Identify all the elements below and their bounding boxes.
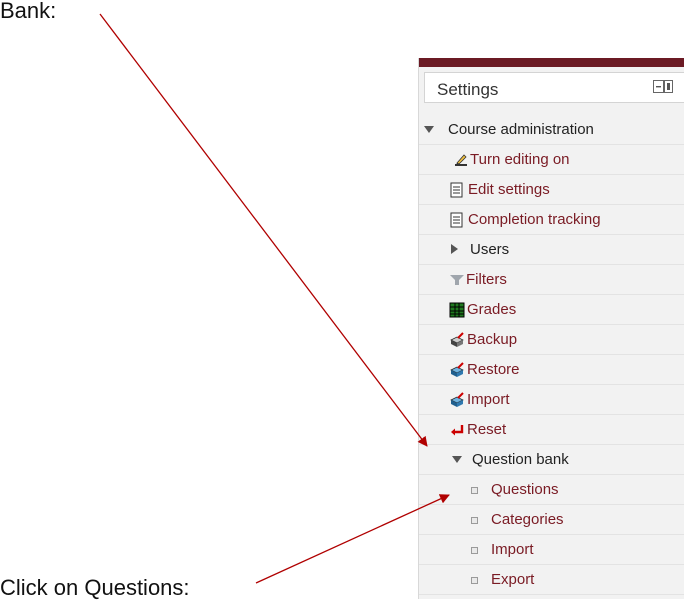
filters-link[interactable]: Filters [466, 271, 507, 288]
dock-toggle-icon[interactable] [653, 80, 673, 93]
categories-link[interactable]: Categories [491, 511, 564, 528]
callout-click-questions-text: Click on Questions: [0, 575, 190, 600]
tree-item-completion-tracking[interactable]: Completion tracking [419, 205, 684, 235]
grades-link[interactable]: Grades [467, 301, 516, 318]
tree-item-reset[interactable]: Reset [419, 415, 684, 445]
export-link[interactable]: Export [491, 571, 534, 588]
completion-tracking-link[interactable]: Completion tracking [468, 211, 601, 228]
question-bank-item-questions[interactable]: Questions [419, 475, 684, 505]
restore-box-icon [450, 362, 464, 377]
course-administration-node[interactable]: Course administration [419, 115, 684, 145]
arrow-to-question-bank [99, 13, 428, 447]
filter-icon [450, 275, 464, 285]
backup-box-icon [450, 332, 464, 347]
grades-table-icon [449, 302, 465, 318]
question-import-link[interactable]: Import [491, 541, 534, 558]
pencil-edit-icon [455, 154, 467, 166]
document-icon [450, 182, 463, 198]
reset-link[interactable]: Reset [467, 421, 506, 438]
import-box-icon [450, 392, 464, 407]
bullet-icon [471, 517, 478, 524]
settings-block: Settings Course administration Turn edit… [418, 58, 684, 599]
bullet-icon [471, 547, 478, 554]
users-label[interactable]: Users [470, 241, 509, 258]
backup-link[interactable]: Backup [467, 331, 517, 348]
tree-item-backup[interactable]: Backup [419, 325, 684, 355]
tree-item-edit-settings[interactable]: Edit settings [419, 175, 684, 205]
reset-arrow-icon [451, 425, 464, 436]
question-bank-node[interactable]: Question bank [419, 445, 684, 475]
tree-item-users[interactable]: Users [419, 235, 684, 265]
turn-editing-on-link[interactable]: Turn editing on [470, 151, 570, 168]
expand-arrow-icon[interactable] [451, 244, 458, 254]
question-bank-item-export[interactable]: Export [419, 565, 684, 595]
bullet-icon [471, 577, 478, 584]
collapse-triangle-icon[interactable] [452, 456, 462, 463]
tree-item-restore[interactable]: Restore [419, 355, 684, 385]
edit-settings-link[interactable]: Edit settings [468, 181, 550, 198]
question-bank-item-categories[interactable]: Categories [419, 505, 684, 535]
settings-tree: Course administration Turn editing on Ed… [419, 115, 684, 595]
course-administration-label[interactable]: Course administration [448, 121, 594, 138]
tree-item-import[interactable]: Import [419, 385, 684, 415]
bullet-icon [471, 487, 478, 494]
tree-item-filters[interactable]: Filters [419, 265, 684, 295]
question-bank-label[interactable]: Question bank [472, 451, 569, 468]
tree-item-turn-editing-on[interactable]: Turn editing on [419, 145, 684, 175]
import-link[interactable]: Import [467, 391, 510, 408]
question-bank-item-import[interactable]: Import [419, 535, 684, 565]
tree-item-grades[interactable]: Grades [419, 295, 684, 325]
document-icon [450, 212, 463, 228]
callout-bank-text: Bank: [0, 0, 57, 23]
restore-link[interactable]: Restore [467, 361, 520, 378]
settings-header: Settings [424, 72, 684, 103]
collapse-triangle-icon[interactable] [424, 126, 434, 133]
settings-header-bar [419, 58, 684, 67]
questions-link[interactable]: Questions [491, 481, 559, 498]
settings-title: Settings [437, 80, 499, 99]
